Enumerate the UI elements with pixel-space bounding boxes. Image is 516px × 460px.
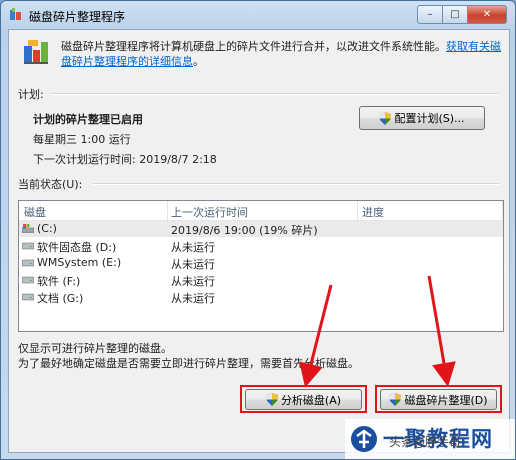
watermark-logo-icon: [351, 426, 377, 452]
arrow-to-defrag-icon: [427, 275, 456, 387]
annotation-arrows: [299, 275, 456, 388]
watermark: 一聚教程网 头条@胖手哥: [345, 419, 515, 459]
defrag-window: 磁盘碎片整理程序 – □ ✕ 磁盘碎片整理程序将计算机硬盘上的碎片文件进行合并，…: [0, 0, 516, 460]
watermark-overlay-text: 头条@胖手哥: [389, 435, 462, 449]
arrow-to-analyze-icon: [299, 284, 333, 388]
